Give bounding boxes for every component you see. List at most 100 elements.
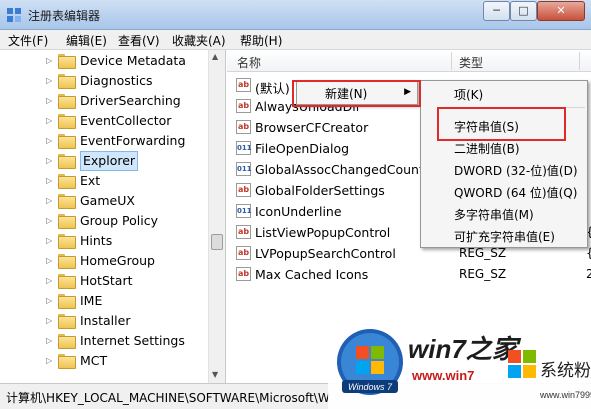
folder-icon	[58, 354, 76, 369]
column-divider[interactable]	[451, 52, 452, 70]
tree-item[interactable]: ▷ HotStart	[0, 271, 210, 291]
binary-value-icon: 011	[236, 162, 252, 176]
watermark-logo: Windows 7 win7之家 www.win7 系统粉 www.win799…	[328, 318, 591, 409]
value-name: GlobalAssocChangedCounter	[255, 162, 437, 177]
value-name: FileOpenDialog	[255, 141, 350, 156]
folder-icon	[58, 314, 76, 329]
registry-tree[interactable]: ▷ Device Metadata ▷ Diagnostics ▷ DriverSearc…	[0, 50, 226, 383]
value-name: BrowserCFCreator	[255, 120, 369, 135]
tree-item-label: Group Policy	[80, 213, 158, 228]
watermark-url-2: www.win7999.com	[539, 390, 591, 400]
tree-item[interactable]: ▷ EventForwarding	[0, 131, 210, 151]
tree-item[interactable]: ▷ GameUX	[0, 191, 210, 211]
string-value-icon: ab	[236, 78, 251, 92]
column-type-header[interactable]: 类型	[459, 54, 483, 71]
tree-item[interactable]: ▷ Diagnostics	[0, 71, 210, 91]
value-name: IconUnderline	[255, 204, 342, 219]
tree-item-label: Installer	[80, 313, 131, 328]
submenu-dword-value[interactable]: DWORD (32-位)值(D)	[454, 162, 578, 179]
tree-item-label: EventForwarding	[80, 133, 186, 148]
tree-item-label: GameUX	[80, 193, 135, 208]
window-title: 注册表编辑器	[28, 9, 101, 23]
expand-arrow-icon[interactable]: ▷	[46, 136, 52, 145]
watermark: Windows 7 win7之家 www.win7 系统粉 www.win799…	[328, 318, 591, 409]
expand-arrow-icon[interactable]: ▷	[46, 76, 52, 85]
value-type: REG_SZ	[459, 246, 507, 260]
tree-item[interactable]: ▷ Device Metadata	[0, 51, 210, 71]
tree-item-label: Internet Settings	[80, 333, 185, 348]
tree-item[interactable]: ▷ Internet Settings	[0, 331, 210, 351]
watermark-brand-2: 系统粉	[540, 361, 591, 381]
folder-icon	[58, 54, 76, 69]
expand-arrow-icon[interactable]: ▷	[46, 336, 52, 345]
folder-icon	[58, 254, 76, 269]
tree-item[interactable]: ▷ DriverSearching	[0, 91, 210, 111]
folder-icon	[58, 94, 76, 109]
expand-arrow-icon[interactable]: ▷	[46, 316, 52, 325]
column-divider[interactable]	[579, 52, 580, 70]
title-bar: 注册表编辑器 ─ □ ✕	[0, 0, 591, 30]
tree-item[interactable]: ▷ IME	[0, 291, 210, 311]
registry-path: 计算机\HKEY_LOCAL_MACHINE\SOFTWARE\Microsof…	[6, 391, 330, 405]
scroll-up-icon[interactable]: ▲	[212, 52, 218, 61]
binary-value-icon: 011	[236, 204, 252, 218]
column-name-header[interactable]: 名称	[237, 54, 261, 71]
tree-item[interactable]: ▷ Explorer	[0, 151, 210, 171]
tree-item[interactable]: ▷ EventCollector	[0, 111, 210, 131]
folder-icon	[58, 334, 76, 349]
expand-arrow-icon[interactable]: ▷	[46, 296, 52, 305]
value-name: Max Cached Icons	[255, 267, 369, 282]
tree-item[interactable]: ▷ MCT	[0, 351, 210, 371]
scrollbar-thumb[interactable]	[211, 234, 223, 250]
submenu-expandable-string-value[interactable]: 可扩充字符串值(E)	[454, 228, 555, 245]
list-row[interactable]: ab Max Cached Icons REG_SZ 2	[227, 264, 591, 285]
string-value-icon: ab	[236, 267, 251, 281]
binary-value-icon: 011	[236, 141, 252, 155]
submenu-key[interactable]: 项(K)	[454, 86, 483, 103]
string-value-icon: ab	[236, 99, 251, 113]
expand-arrow-icon[interactable]: ▷	[46, 236, 52, 245]
menu-file[interactable]: 文件(F)	[8, 32, 48, 49]
tree-item-label: Ext	[80, 173, 101, 188]
expand-arrow-icon[interactable]: ▷	[46, 196, 52, 205]
tree-item-label: MCT	[80, 353, 108, 368]
tree-item[interactable]: ▷ Installer	[0, 311, 210, 331]
submenu-qword-value[interactable]: QWORD (64 位)值(Q)	[454, 184, 577, 201]
submenu-binary-value[interactable]: 二进制值(B)	[454, 140, 520, 157]
watermark-badge: Windows 7	[348, 382, 393, 392]
menu-favorites[interactable]: 收藏夹(A)	[172, 32, 226, 49]
value-data: 2	[586, 267, 591, 281]
expand-arrow-icon[interactable]: ▷	[46, 156, 52, 165]
expand-arrow-icon[interactable]: ▷	[46, 356, 52, 365]
folder-icon	[58, 214, 76, 229]
folder-icon	[58, 274, 76, 289]
tree-item[interactable]: ▷ HomeGroup	[0, 251, 210, 271]
tree-item[interactable]: ▷ Hints	[0, 231, 210, 251]
menu-help[interactable]: 帮助(H)	[240, 32, 282, 49]
expand-arrow-icon[interactable]: ▷	[46, 216, 52, 225]
tree-item-label: Diagnostics	[80, 73, 153, 88]
expand-arrow-icon[interactable]: ▷	[46, 56, 52, 65]
expand-arrow-icon[interactable]: ▷	[46, 276, 52, 285]
tree-item[interactable]: ▷ Group Policy	[0, 211, 210, 231]
highlight-box-new	[292, 80, 421, 107]
menu-bar: 文件(F) 编辑(E) 查看(V) 收藏夹(A) 帮助(H)	[0, 30, 591, 50]
menu-edit[interactable]: 编辑(E)	[66, 32, 107, 49]
expand-arrow-icon[interactable]: ▷	[46, 96, 52, 105]
menu-view[interactable]: 查看(V)	[118, 32, 160, 49]
folder-icon	[58, 194, 76, 209]
close-button[interactable]: ✕	[537, 1, 585, 21]
tree-scrollbar[interactable]: ▲ ▼	[208, 50, 225, 383]
scroll-down-icon[interactable]: ▼	[212, 370, 218, 379]
highlight-box-string-value	[437, 107, 566, 141]
tree-item-label: Explorer	[80, 151, 139, 171]
folder-icon	[58, 154, 76, 169]
expand-arrow-icon[interactable]: ▷	[46, 116, 52, 125]
tree-item[interactable]: ▷ Ext	[0, 171, 210, 191]
maximize-button[interactable]: □	[510, 1, 537, 21]
value-data: {	[586, 246, 591, 260]
expand-arrow-icon[interactable]: ▷	[46, 176, 52, 185]
submenu-multi-string-value[interactable]: 多字符串值(M)	[454, 206, 534, 223]
minimize-button[interactable]: ─	[483, 1, 510, 21]
expand-arrow-icon[interactable]: ▷	[46, 256, 52, 265]
